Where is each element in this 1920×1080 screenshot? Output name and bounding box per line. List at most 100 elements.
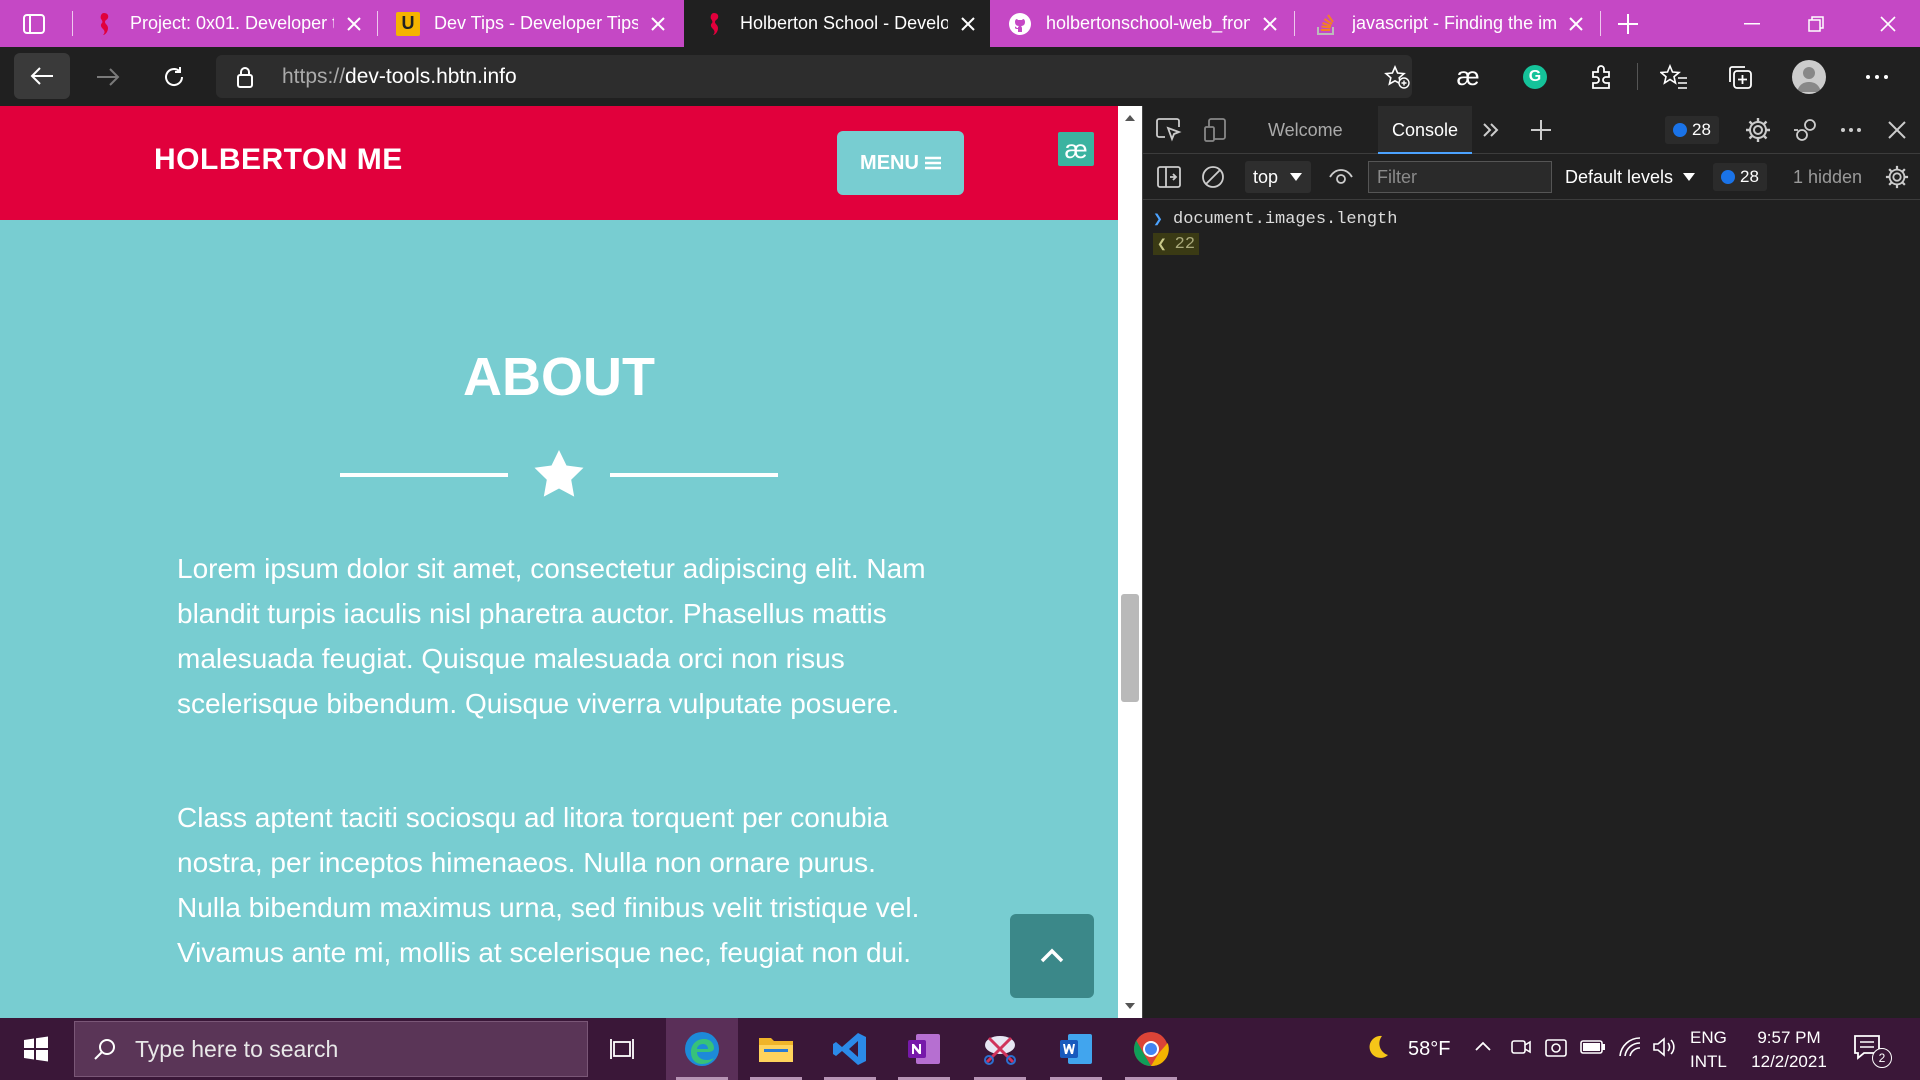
weather-icon[interactable] <box>1362 1032 1392 1062</box>
clock[interactable]: 9:57 PM 12/2/2021 <box>1746 1026 1832 1074</box>
taskbar-app-file-explorer[interactable] <box>740 1018 812 1080</box>
device-emulation-button[interactable] <box>1198 112 1234 148</box>
add-favorite-icon[interactable] <box>1384 65 1410 89</box>
search-placeholder: Type here to search <box>135 1035 339 1062</box>
scroll-to-top-button[interactable] <box>1010 914 1094 998</box>
live-expression-button[interactable] <box>1323 159 1359 195</box>
forward-arrow-icon <box>97 67 120 86</box>
console-input-line[interactable]: ❯ document.images.length <box>1143 206 1920 232</box>
plus-icon <box>1531 120 1551 140</box>
task-view-icon <box>610 1039 634 1059</box>
close-tab-icon[interactable] <box>648 14 668 34</box>
close-tab-icon[interactable] <box>344 14 364 34</box>
more-dots-icon <box>1841 128 1861 132</box>
favorites-button[interactable] <box>1650 47 1698 106</box>
weather-temp[interactable]: 58°F <box>1408 1038 1450 1061</box>
tab-welcome[interactable]: Welcome <box>1268 106 1343 154</box>
new-tab-button[interactable] <box>1608 8 1648 40</box>
close-devtools-button[interactable] <box>1879 112 1915 148</box>
taskbar-app-vscode[interactable] <box>814 1018 886 1080</box>
start-button[interactable] <box>0 1018 72 1080</box>
language-indicator[interactable]: ENG INTL <box>1690 1026 1727 1074</box>
tab-title: javascript - Finding the images <box>1352 13 1556 33</box>
console-result-line[interactable]: ❮ 22 <box>1153 231 1200 257</box>
menu-label: MENU <box>860 151 919 174</box>
profile-button[interactable] <box>1785 47 1833 106</box>
forward-button[interactable] <box>84 47 132 106</box>
screen-capture-icon[interactable] <box>1544 1036 1568 1058</box>
wifi-icon[interactable] <box>1618 1036 1642 1058</box>
tab-console[interactable]: Console <box>1378 106 1473 154</box>
gear-icon <box>1885 165 1909 189</box>
keyboard-layout: INTL <box>1690 1052 1727 1071</box>
devtools-more-button[interactable] <box>1833 112 1869 148</box>
issues-badge[interactable]: 28 <box>1665 116 1719 144</box>
browser-tab[interactable]: Project: 0x01. Developer tools <box>74 0 376 47</box>
devtools-panel: Welcome Console 28 top Filter Default le… <box>1142 106 1920 1018</box>
notification-count: 2 <box>1872 1048 1892 1068</box>
ae-extension-button[interactable]: æ <box>1444 47 1492 106</box>
github-icon <box>1008 12 1032 36</box>
site-brand[interactable]: HOLBERTON ME <box>154 143 403 177</box>
tab-actions-button[interactable] <box>14 9 54 39</box>
minimize-button[interactable] <box>1720 0 1784 47</box>
taskbar-app-snipping-tool[interactable] <box>964 1018 1036 1080</box>
browser-tab[interactable]: holbertonschool-web_front_end <box>990 0 1292 47</box>
page-scrollbar[interactable] <box>1118 106 1142 1018</box>
web-page: HOLBERTON ME MENU æ ABOUT Lorem ipsum do… <box>0 106 1118 1018</box>
taskbar-app-word[interactable] <box>1040 1018 1112 1080</box>
browser-tab[interactable]: U Dev Tips - Developer Tips <box>378 0 680 47</box>
stackoverflow-icon <box>1314 12 1338 36</box>
lock-icon[interactable] <box>236 66 254 88</box>
filter-input[interactable] <box>1368 161 1552 193</box>
console-output[interactable]: ❯ document.images.length ❮ 22 <box>1143 200 1920 1018</box>
console-result: 22 <box>1174 234 1196 254</box>
clear-console-button[interactable] <box>1195 159 1231 195</box>
toggle-sidebar-button[interactable] <box>1151 159 1187 195</box>
browser-tab[interactable]: javascript - Finding the images <box>1296 0 1598 47</box>
add-tab-button[interactable] <box>1523 112 1559 148</box>
settings-button[interactable] <box>1740 112 1776 148</box>
context-select[interactable]: top <box>1245 161 1311 193</box>
address-bar[interactable]: https://dev-tools.hbtn.info <box>216 55 1412 98</box>
taskbar-app-edge[interactable] <box>666 1018 738 1080</box>
back-button[interactable] <box>14 53 70 99</box>
star-icon <box>534 450 584 497</box>
more-menu-button[interactable] <box>1853 47 1901 106</box>
grammarly-button[interactable]: G <box>1511 47 1559 106</box>
chevron-up-icon[interactable] <box>1474 1040 1492 1052</box>
message-icon <box>1673 123 1687 137</box>
task-view-button[interactable] <box>588 1018 660 1080</box>
refresh-button[interactable] <box>150 47 198 106</box>
close-tab-icon[interactable] <box>1566 14 1586 34</box>
close-tab-icon[interactable] <box>958 14 978 34</box>
taskbar-app-chrome[interactable] <box>1115 1018 1187 1080</box>
clear-icon <box>1202 166 1224 188</box>
battery-icon[interactable] <box>1580 1038 1606 1056</box>
console-settings-button[interactable] <box>1879 159 1915 195</box>
inspect-element-button[interactable] <box>1151 112 1187 148</box>
browser-toolbar: https://dev-tools.hbtn.info æ G <box>0 47 1920 106</box>
scroll-thumb[interactable] <box>1121 594 1139 702</box>
restore-button[interactable] <box>1784 0 1848 47</box>
close-window-button[interactable] <box>1856 0 1920 47</box>
menu-button[interactable]: MENU <box>837 131 964 195</box>
collections-button[interactable] <box>1716 47 1764 106</box>
messages-badge[interactable]: 28 <box>1713 163 1767 191</box>
taskbar-search[interactable]: Type here to search <box>74 1021 588 1077</box>
browser-tab-active[interactable]: Holberton School - Developer <box>684 0 990 47</box>
devtools-tab-bar: Welcome Console 28 <box>1143 106 1920 154</box>
devtips-u-icon: U <box>396 11 420 36</box>
notification-center-button[interactable]: 2 <box>1852 1032 1892 1068</box>
feedback-button[interactable] <box>1788 112 1824 148</box>
log-levels-dropdown[interactable]: Default levels <box>1565 161 1696 193</box>
extensions-button[interactable] <box>1577 47 1625 106</box>
ae-extension-badge[interactable]: æ <box>1058 132 1094 166</box>
more-tabs-button[interactable] <box>1473 112 1509 148</box>
meet-now-icon[interactable] <box>1510 1036 1532 1058</box>
volume-icon[interactable] <box>1652 1036 1676 1058</box>
about-paragraph: Class aptent taciti sociosqu ad litora t… <box>177 802 920 968</box>
refresh-icon <box>165 66 184 86</box>
taskbar-app-onenote[interactable] <box>888 1018 960 1080</box>
close-tab-icon[interactable] <box>1260 14 1280 34</box>
